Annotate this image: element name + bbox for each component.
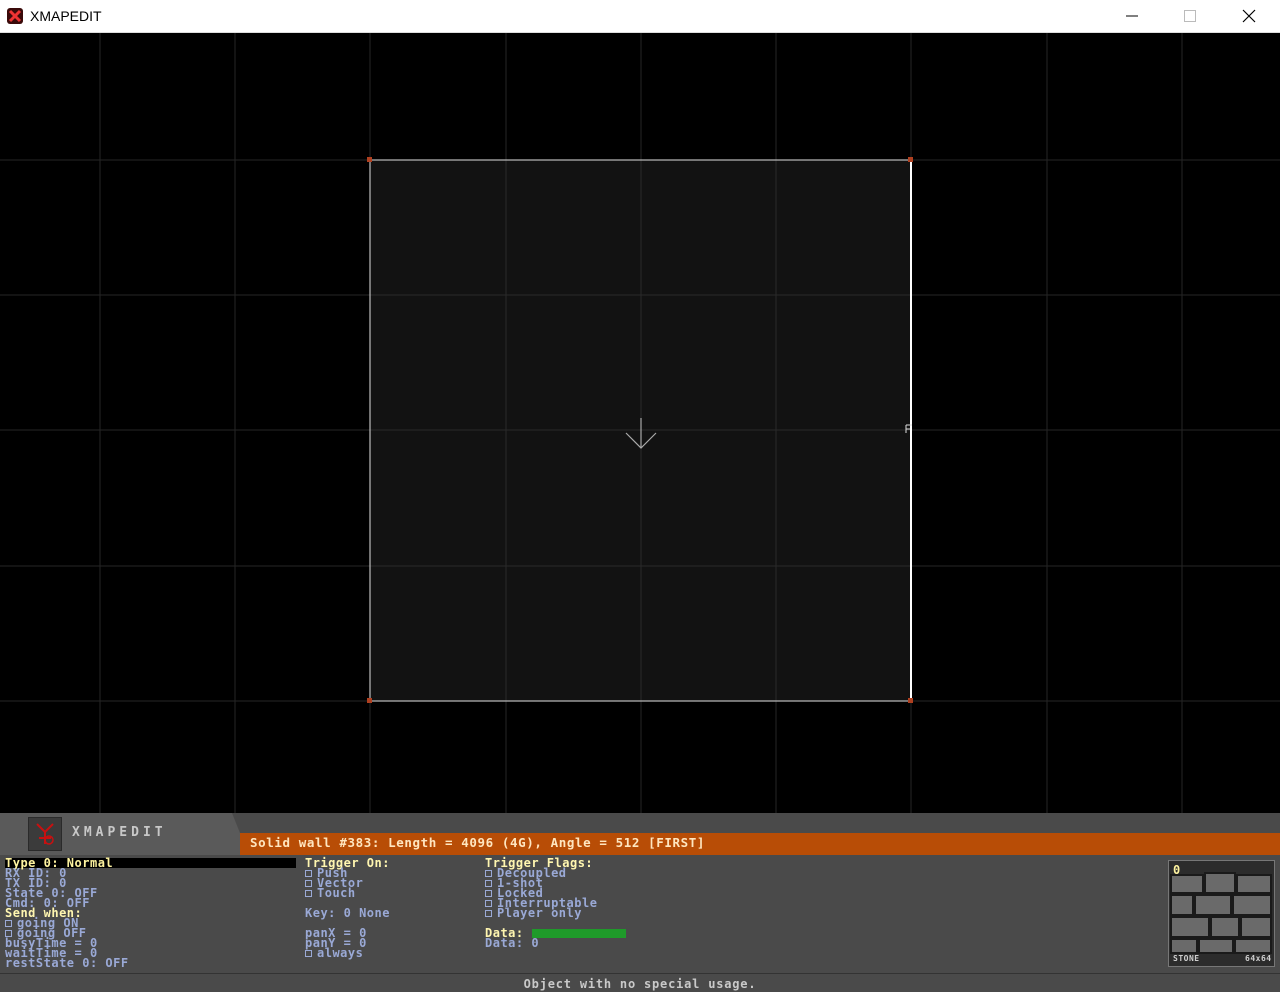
window-title: XMAPEDIT — [30, 8, 102, 24]
minimize-icon — [1126, 15, 1138, 17]
maximize-button[interactable] — [1161, 0, 1219, 32]
close-button[interactable] — [1220, 0, 1278, 32]
map-canvas[interactable] — [0, 33, 1280, 813]
touch-checkbox[interactable]: Touch — [305, 887, 356, 899]
maximize-icon — [1184, 10, 1196, 22]
stone-texture-icon — [1169, 861, 1274, 966]
checkbox-icon — [485, 880, 492, 887]
close-icon — [1242, 9, 1256, 23]
checkbox-icon — [305, 890, 312, 897]
logo-icon — [36, 823, 54, 845]
logo-text: XMAPEDIT — [72, 825, 167, 840]
info-panel: XMAPEDIT Solid wall #383: Length = 4096 … — [0, 813, 1280, 992]
checkbox-icon — [485, 900, 492, 907]
texture-name: STONE — [1173, 954, 1200, 963]
checkbox-icon — [5, 920, 12, 927]
checkbox-icon — [485, 910, 492, 917]
player-only-checkbox[interactable]: Player only — [485, 907, 582, 919]
checkbox-icon — [305, 870, 312, 877]
logo-tab: XMAPEDIT — [0, 813, 240, 855]
always-checkbox[interactable]: always — [305, 947, 363, 959]
key-field[interactable]: Key: 0 None — [305, 907, 390, 919]
texture-preview[interactable]: 0 STONE 64x64 — [1168, 860, 1275, 967]
minimize-button[interactable] — [1103, 0, 1161, 32]
app-icon — [7, 8, 23, 24]
object-description: Object with no special usage. — [523, 977, 757, 991]
rest-state-field[interactable]: restState 0: OFF — [5, 957, 129, 969]
data-field[interactable]: Data: 0 — [485, 937, 539, 949]
checkbox-icon — [305, 950, 312, 957]
checkbox-icon — [485, 890, 492, 897]
texture-index: 0 — [1173, 863, 1181, 877]
texture-size: 64x64 — [1245, 954, 1272, 963]
logo-badge — [28, 817, 62, 851]
data-highlight[interactable] — [532, 929, 626, 938]
map-grid — [0, 33, 1280, 813]
checkbox-icon — [485, 870, 492, 877]
wall-status: Solid wall #383: Length = 4096 (4G), Ang… — [250, 835, 706, 850]
checkbox-icon — [305, 880, 312, 887]
title-bar: XMAPEDIT — [0, 0, 1280, 33]
